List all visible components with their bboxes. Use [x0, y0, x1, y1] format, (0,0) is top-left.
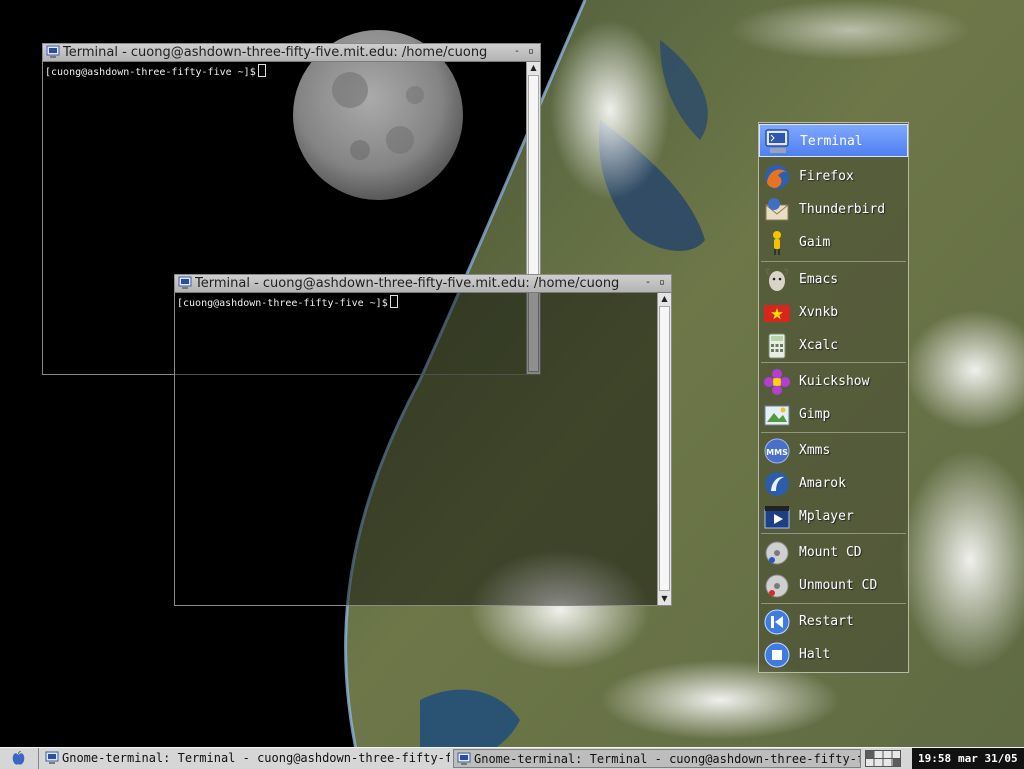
- launcher-item-label: Gimp: [799, 407, 831, 422]
- launcher-item-label: Xvnkb: [799, 305, 839, 320]
- clock-time: 19:58: [918, 752, 952, 765]
- launcher-item-thunderbird[interactable]: Thunderbird: [759, 193, 908, 226]
- terminal-window-front[interactable]: Terminal - cuong@ashdown-three-fifty-fiv…: [174, 274, 672, 606]
- scrollbar-thumb[interactable]: [659, 306, 670, 591]
- maximize-button[interactable]: ▫: [526, 47, 536, 57]
- window-title: Terminal - cuong@ashdown-three-fifty-fiv…: [63, 45, 488, 60]
- taskbar-task-label: Gnome-terminal: Terminal - cuong@ashdown…: [474, 752, 860, 766]
- gaim-icon: [773, 231, 781, 255]
- minimize-button[interactable]: -: [512, 47, 522, 57]
- launcher-item-label: Kuickshow: [799, 374, 870, 389]
- launcher-item-label: Halt: [799, 647, 831, 662]
- launcher-item-label: Mplayer: [799, 509, 854, 524]
- launcher-item-xcalc[interactable]: Xcalc: [759, 329, 908, 362]
- launcher-item-mount-cd[interactable]: Mount CD: [759, 536, 908, 569]
- kuickshow-icon: [764, 369, 790, 395]
- launcher-item-mplayer[interactable]: Mplayer: [759, 500, 908, 533]
- launcher-item-label: Amarok: [799, 476, 846, 491]
- firefox-icon: [765, 165, 789, 189]
- text-cursor: [389, 295, 398, 308]
- xvnkb-flag-icon: [764, 305, 790, 322]
- window-title: Terminal - cuong@ashdown-three-fifty-fiv…: [195, 276, 620, 291]
- launcher-item-xvnkb[interactable]: Xvnkb: [759, 296, 908, 329]
- amarok-icon: [765, 472, 789, 496]
- apple-icon: [12, 750, 25, 765]
- launcher-item-kuickshow[interactable]: Kuickshow: [759, 365, 908, 398]
- launcher-item-gaim[interactable]: Gaim: [759, 226, 908, 259]
- terminal-icon: [765, 129, 789, 153]
- cd-unmount-icon: [765, 574, 789, 598]
- window-titlebar[interactable]: Terminal - cuong@ashdown-three-fifty-fiv…: [175, 275, 671, 293]
- vertical-scrollbar[interactable]: ▲ ▼: [657, 293, 671, 605]
- scroll-up-arrow-icon[interactable]: ▲: [527, 62, 540, 74]
- launcher-item-unmount-cd[interactable]: Unmount CD: [759, 569, 908, 602]
- launcher-item-label: Xcalc: [799, 338, 839, 353]
- launcher-item-restart[interactable]: Restart: [759, 605, 908, 638]
- minimize-button[interactable]: -: [643, 278, 653, 288]
- launcher-item-amarok[interactable]: Amarok: [759, 467, 908, 500]
- mplayer-icon: [764, 506, 790, 529]
- taskbar-task-terminal-2[interactable]: Gnome-terminal: Terminal - cuong@ashdown…: [453, 749, 861, 768]
- text-cursor: [257, 64, 266, 77]
- emacs-icon: [765, 268, 789, 291]
- gimp-icon: [764, 405, 790, 426]
- scroll-down-arrow-icon[interactable]: ▼: [658, 593, 671, 605]
- halt-icon: [764, 642, 790, 668]
- application-launcher-menu: Terminal Firefox Thunderbird Gaim Emacs …: [758, 122, 909, 673]
- terminal-icon[interactable]: [46, 45, 60, 59]
- terminal-icon[interactable]: [178, 276, 192, 290]
- launcher-item-label: Thunderbird: [799, 202, 886, 217]
- launcher-item-label: Firefox: [799, 169, 854, 184]
- window-titlebar[interactable]: Terminal - cuong@ashdown-three-fifty-fiv…: [43, 44, 540, 62]
- cd-mount-icon: [765, 541, 789, 565]
- launcher-item-label: Unmount CD: [799, 578, 878, 593]
- terminal-icon: [45, 751, 59, 764]
- start-button[interactable]: [0, 748, 39, 769]
- launcher-item-label: Restart: [799, 614, 854, 629]
- restart-icon: [764, 609, 790, 635]
- taskbar-task-label: Gnome-terminal: Terminal - cuong@ashdown…: [62, 751, 450, 765]
- launcher-item-halt[interactable]: Halt: [759, 638, 908, 671]
- xmms-icon: MMS: [764, 438, 790, 464]
- maximize-button[interactable]: ▫: [657, 278, 667, 288]
- launcher-item-label: Gaim: [799, 235, 831, 250]
- shell-prompt: [cuong@ashdown-three-fifty-five ~]$: [177, 298, 388, 309]
- launcher-item-label: Mount CD: [799, 545, 862, 560]
- launcher-item-label: Xmms: [799, 443, 831, 458]
- launcher-item-firefox[interactable]: Firefox: [759, 160, 908, 193]
- scroll-up-arrow-icon[interactable]: ▲: [658, 293, 671, 305]
- launcher-item-emacs[interactable]: Emacs: [759, 263, 908, 296]
- taskbar-task-terminal-1[interactable]: Gnome-terminal: Terminal - cuong@ashdown…: [42, 749, 450, 768]
- calculator-icon: [768, 333, 786, 359]
- launcher-item-gimp[interactable]: Gimp: [759, 398, 908, 431]
- taskbar: Gnome-terminal: Terminal - cuong@ashdown…: [0, 747, 1024, 769]
- terminal-icon: [457, 752, 471, 765]
- launcher-item-xmms[interactable]: MMS Xmms: [759, 434, 908, 467]
- svg-text:MMS: MMS: [766, 448, 788, 457]
- launcher-item-terminal[interactable]: Terminal: [759, 124, 908, 157]
- terminal-content[interactable]: [cuong@ashdown-three-fifty-five ~]$: [175, 293, 657, 605]
- thunderbird-icon: [765, 198, 789, 221]
- clock-date: mar 31/05: [958, 752, 1018, 765]
- workspace-pager[interactable]: [865, 750, 901, 767]
- launcher-item-label: Terminal: [800, 134, 863, 149]
- shell-prompt: [cuong@ashdown-three-fifty-five ~]$: [45, 67, 256, 78]
- taskbar-clock[interactable]: 19:58 mar 31/05: [912, 748, 1024, 769]
- launcher-item-label: Emacs: [799, 272, 839, 287]
